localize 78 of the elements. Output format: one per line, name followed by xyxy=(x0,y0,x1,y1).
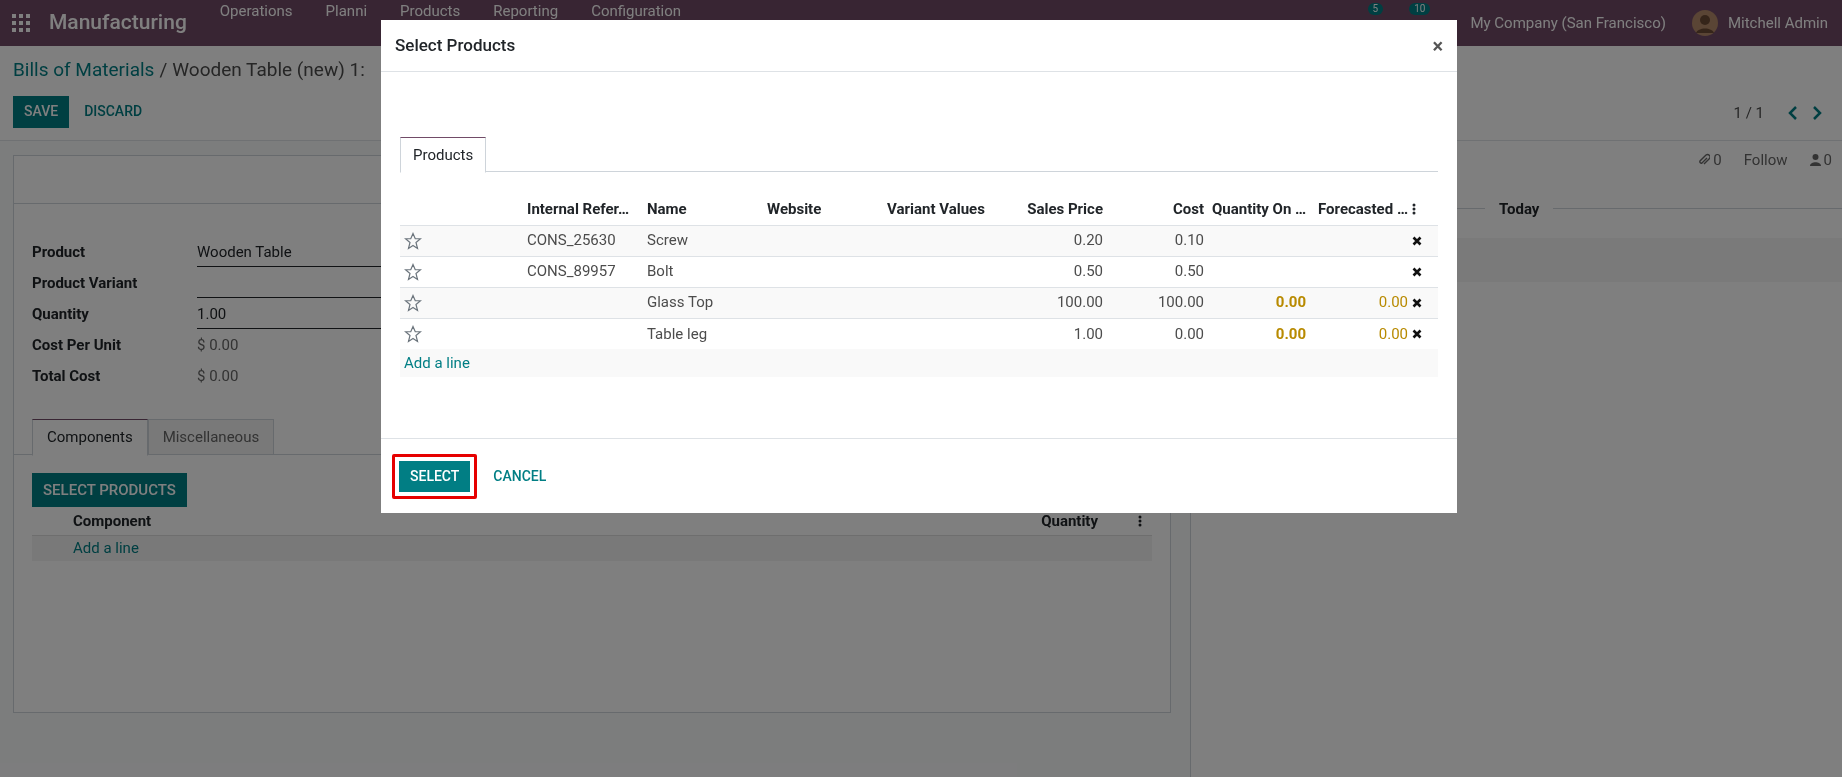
cancel-button[interactable]: CANCEL xyxy=(483,460,557,492)
field-label: Quantity xyxy=(32,303,90,325)
field-label: Product xyxy=(32,241,87,263)
table-cell: Screw xyxy=(643,225,763,256)
company-switcher[interactable]: My Company (San Francisco) xyxy=(1470,11,1666,35)
column-header[interactable]: Quantity On … xyxy=(1208,193,1310,225)
table-cell: 0.50 xyxy=(1003,256,1107,287)
table-cell: 0.50 xyxy=(1107,256,1208,287)
select-button[interactable]: SELECT xyxy=(399,460,471,492)
count-badge: 10 xyxy=(1409,3,1431,15)
dialog-title: Select Products xyxy=(395,33,516,57)
menu-item[interactable]: Planni xyxy=(325,3,368,19)
breadcrumb-separator: / xyxy=(159,57,168,83)
follow-button[interactable]: Follow xyxy=(1743,149,1788,172)
column-header[interactable]: Name xyxy=(643,193,763,225)
field-value: $ 0.00 xyxy=(197,365,239,387)
table-cell: CONS_89957 xyxy=(523,256,643,287)
column-header[interactable]: Cost xyxy=(1107,193,1208,225)
delete-icon[interactable] xyxy=(1412,297,1422,308)
star-icon[interactable] xyxy=(404,293,422,312)
count-badge: 5 xyxy=(1367,3,1384,15)
table-cell: 100.00 xyxy=(1107,287,1208,318)
star-icon[interactable] xyxy=(404,324,422,343)
table-cell: Table leg xyxy=(643,318,763,349)
column-header[interactable]: Internal Refer… xyxy=(523,193,643,225)
next-icon[interactable] xyxy=(1812,106,1822,121)
table-cell: Bolt xyxy=(643,256,763,287)
dialog-tab[interactable]: Products xyxy=(400,137,487,173)
field-value: $ 0.00 xyxy=(197,334,239,356)
delete-icon[interactable] xyxy=(1412,266,1422,277)
menu-item[interactable]: Reporting xyxy=(493,3,559,19)
attachments-button[interactable]: 0 xyxy=(1698,149,1722,172)
menu-item[interactable]: Products xyxy=(400,3,461,19)
table-cell: 100.00 xyxy=(1003,287,1107,318)
add-line-link[interactable]: Add a line xyxy=(404,353,470,372)
column-header: Component xyxy=(73,510,152,532)
table-cell: Glass Top xyxy=(643,287,763,318)
user-name[interactable]: Mitchell Admin xyxy=(1727,11,1828,35)
column-header[interactable]: Variant Values xyxy=(883,193,1003,225)
discard-button[interactable]: DISCARD xyxy=(73,95,154,128)
save-button[interactable]: SAVE xyxy=(13,95,70,128)
table-cell: 0.00 xyxy=(1310,287,1412,318)
table-cell: 0.00 xyxy=(1208,287,1310,318)
menu-item[interactable]: Operations xyxy=(219,3,293,19)
more-options-icon[interactable] xyxy=(1412,202,1416,215)
column-header: Quantity xyxy=(1041,510,1098,532)
breadcrumb-link[interactable]: Bills of Materials xyxy=(13,56,155,85)
star-icon[interactable] xyxy=(404,262,422,281)
person-icon xyxy=(1809,154,1821,167)
column-header[interactable]: Website xyxy=(763,193,883,225)
field-label: Cost Per Unit xyxy=(32,334,123,356)
menu-item[interactable]: Configuration xyxy=(591,3,682,19)
form-tab[interactable]: Miscellaneous xyxy=(147,419,275,455)
app-name[interactable]: Manufacturing xyxy=(49,7,187,39)
column-header[interactable]: Forecasted … xyxy=(1310,193,1412,225)
followers-button[interactable]: 0 xyxy=(1809,149,1832,172)
close-button[interactable]: × xyxy=(1432,30,1443,61)
table-cell: 1.00 xyxy=(1003,318,1107,349)
table-cell: 0.20 xyxy=(1003,225,1107,256)
table-cell: CONS_25630 xyxy=(523,225,643,256)
field-label: Total Cost xyxy=(32,365,102,387)
table-cell: 0.00 xyxy=(1310,318,1412,349)
delete-icon[interactable] xyxy=(1412,235,1422,246)
table-cell: 0.00 xyxy=(1208,318,1310,349)
previous-icon[interactable] xyxy=(1788,106,1798,121)
table-cell: 0.10 xyxy=(1107,225,1208,256)
select-products-button[interactable]: SELECT PRODUCTS xyxy=(32,473,187,507)
breadcrumb-current: Wooden Table (new) 1: xyxy=(172,57,365,83)
column-header[interactable]: Sales Price xyxy=(1003,193,1107,225)
form-tab[interactable]: Components xyxy=(32,419,148,456)
date-divider: Today xyxy=(1498,198,1541,220)
field-label: Product Variant xyxy=(32,272,139,294)
apps-menu-icon[interactable] xyxy=(12,14,30,32)
pager-value: 1 / 1 xyxy=(1733,103,1764,124)
star-icon[interactable] xyxy=(404,231,422,250)
table-cell: 0.00 xyxy=(1107,318,1208,349)
delete-icon[interactable] xyxy=(1412,328,1422,339)
add-line-link[interactable]: Add a line xyxy=(73,537,139,560)
